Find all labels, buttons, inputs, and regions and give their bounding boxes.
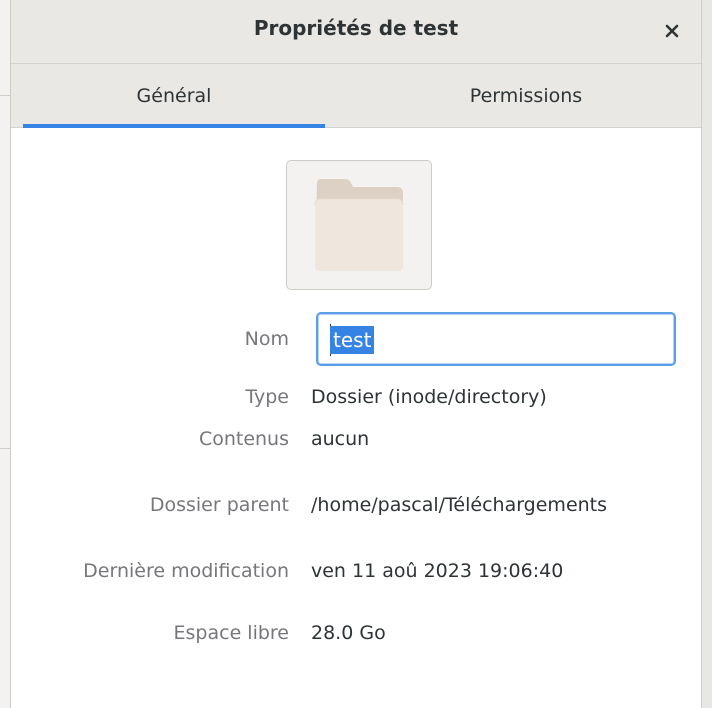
name-input[interactable]: test: [316, 312, 676, 366]
close-button[interactable]: [657, 16, 687, 46]
tab-general[interactable]: Général: [23, 64, 325, 128]
name-label: Nom: [244, 328, 289, 350]
type-value: Dossier (inode/directory): [311, 386, 547, 408]
properties-dialog: Propriétés de test Général Permissions N…: [10, 0, 702, 708]
parent-row: Dossier parent /home/pascal/Téléchargeme…: [11, 492, 701, 522]
folder-icon: [314, 179, 404, 271]
type-row: Type Dossier (inode/directory): [11, 384, 701, 414]
contents-row: Contenus aucun: [11, 426, 701, 456]
modified-value: ven 11 aoû 2023 19:06:40: [311, 560, 564, 582]
free-space-row: Espace libre 28.0 Go: [11, 620, 701, 650]
parent-label: Dossier parent: [149, 494, 289, 516]
modified-row: Dernière modification ven 11 aoû 2023 19…: [11, 558, 701, 588]
tab-permissions[interactable]: Permissions: [375, 64, 677, 128]
free-space-label: Espace libre: [173, 622, 289, 644]
free-space-value: 28.0 Go: [311, 622, 386, 644]
title-bar: Propriétés de test: [11, 0, 701, 64]
name-input-value: test: [330, 326, 375, 354]
close-icon: [665, 24, 679, 38]
folder-icon-button[interactable]: [286, 160, 432, 290]
modified-label: Dernière modification: [83, 560, 289, 582]
contents-value: aucun: [311, 428, 370, 450]
contents-label: Contenus: [198, 428, 289, 450]
parent-value[interactable]: /home/pascal/Téléchargements: [311, 494, 607, 516]
tab-bar: Général Permissions: [11, 64, 701, 128]
dialog-title: Propriétés de test: [253, 16, 459, 40]
type-label: Type: [245, 386, 289, 408]
